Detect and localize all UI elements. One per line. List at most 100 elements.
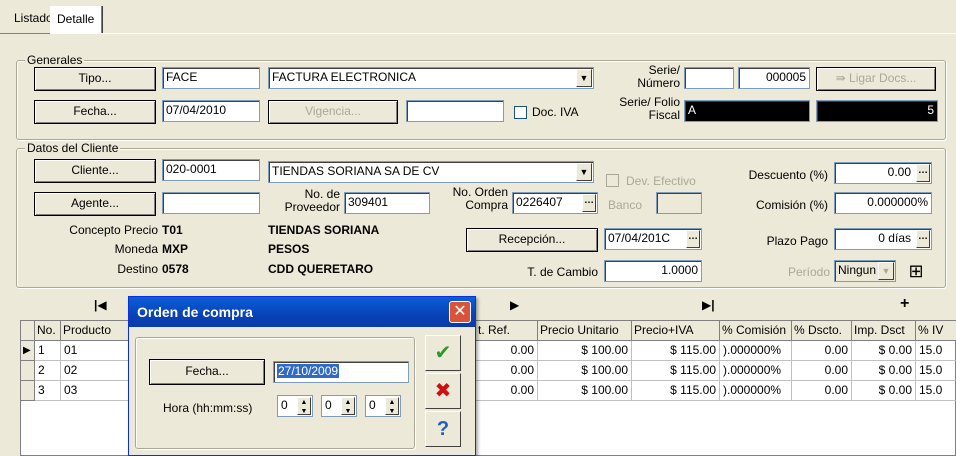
table-cell[interactable]: 2 [35, 361, 61, 381]
no-orden-field[interactable]: 0226407 … [512, 192, 598, 214]
doc-iva-checkbox[interactable] [514, 106, 527, 119]
table-cell[interactable]: 0.00 [792, 341, 852, 361]
cliente-code-field[interactable]: 020-0001 [162, 159, 260, 181]
x-icon: ✖ [434, 380, 452, 402]
chevron-down-icon[interactable]: ▼ [576, 163, 592, 181]
dev-efectivo-checkbox[interactable] [606, 174, 619, 187]
table-cell[interactable]: 0.00 [792, 361, 852, 381]
recepcion-button[interactable]: Recepción... [466, 228, 598, 252]
no-proveedor-field[interactable]: 309401 [344, 192, 430, 214]
comision-field[interactable]: 0.000000% [834, 192, 932, 214]
destino-value: 0578 [162, 262, 189, 276]
table-cell[interactable]: 15.0 [916, 381, 956, 401]
cliente-button[interactable]: Cliente... [34, 159, 156, 183]
table-cell[interactable]: $ 100.00 [538, 361, 632, 381]
serie-field[interactable] [684, 67, 734, 89]
minute-stepper[interactable]: 0 ▲ ▼ [321, 395, 357, 417]
chevron-down-icon[interactable]: ▼ [576, 69, 592, 87]
col-header-precio[interactable]: Precio Unitario [538, 321, 632, 341]
help-button[interactable]: ? [425, 411, 461, 447]
table-cell[interactable]: ).000000% [720, 361, 792, 381]
last-record-icon[interactable]: ▶| [702, 298, 715, 312]
first-record-icon[interactable]: |◀ [94, 298, 107, 312]
chevron-down-icon[interactable]: ▼ [878, 262, 894, 280]
table-cell[interactable]: ).000000% [720, 341, 792, 361]
descuento-field[interactable]: 0.00 … [834, 162, 932, 184]
row-indicator[interactable] [21, 381, 35, 401]
table-cell[interactable]: $ 115.00 [632, 361, 720, 381]
cliente-name-dropdown[interactable]: TIENDAS SORIANA SA DE CV ▼ [268, 161, 594, 183]
col-header-dscto[interactable]: % Dscto. [792, 321, 852, 341]
ellipsis-icon[interactable]: … [916, 164, 930, 182]
cancel-button[interactable]: ✖ [425, 373, 461, 409]
calendar-icon[interactable]: ⊞ [904, 260, 928, 282]
periodo-dropdown[interactable]: Ningun ▼ [834, 260, 896, 282]
numero-field[interactable]: 000005 [738, 67, 810, 89]
tipo-cambio-field[interactable]: 1.0000 [604, 260, 702, 282]
ellipsis-icon[interactable]: … [916, 230, 930, 248]
generales-title: Generales [25, 53, 85, 67]
no-orden-label: No. Orden Compra [452, 185, 508, 212]
vigencia-button[interactable]: Vigencia... [268, 100, 398, 124]
col-header-no[interactable]: No. [35, 321, 61, 341]
table-cell[interactable]: $ 0.00 [852, 361, 916, 381]
table-cell[interactable]: 0.00 [476, 341, 538, 361]
second-stepper[interactable]: 0 ▲ ▼ [365, 395, 401, 417]
table-cell[interactable]: $ 115.00 [632, 341, 720, 361]
moneda-value: MXP [162, 242, 189, 256]
table-cell[interactable]: $ 0.00 [852, 381, 916, 401]
close-icon[interactable]: ✕ [449, 301, 471, 323]
stepper-arrows-icon[interactable]: ▲ ▼ [341, 397, 355, 415]
banco-field[interactable] [656, 192, 702, 214]
add-record-icon[interactable]: + [900, 295, 909, 313]
orden-compra-dialog: Orden de compra ✕ Fecha... 27/10/2009 Ho… [128, 296, 476, 456]
table-cell[interactable]: $ 0.00 [852, 341, 916, 361]
table-cell[interactable]: 0.00 [792, 381, 852, 401]
fecha-field[interactable]: 07/04/2010 [162, 100, 260, 122]
vigencia-field[interactable] [406, 100, 504, 122]
tab-detalle[interactable]: Detalle [50, 6, 102, 34]
col-header-ref[interactable]: t. Ref. [476, 321, 538, 341]
table-cell[interactable]: 15.0 [916, 341, 956, 361]
plazo-field[interactable]: 0 días … [834, 228, 932, 250]
folio-fiscal-field[interactable]: 5 [816, 100, 938, 122]
table-cell[interactable]: 0.00 [476, 381, 538, 401]
next-record-icon[interactable]: ▶ [510, 298, 519, 312]
col-header-precio-iva[interactable]: Precio+IVA [632, 321, 720, 341]
dialog-fecha-button[interactable]: Fecha... [149, 359, 265, 385]
agente-field[interactable] [162, 192, 260, 214]
ellipsis-icon[interactable]: … [582, 194, 596, 212]
hour-stepper[interactable]: 0 ▲ ▼ [277, 395, 313, 417]
table-cell[interactable]: $ 100.00 [538, 341, 632, 361]
row-indicator[interactable] [21, 361, 35, 381]
col-header-comision[interactable]: % Comisión [720, 321, 792, 341]
col-header-iva[interactable]: % IV [916, 321, 956, 341]
table-cell[interactable]: 15.0 [916, 361, 956, 381]
ok-button[interactable]: ✔ [425, 335, 461, 371]
ellipsis-icon[interactable]: … [686, 230, 700, 248]
tipo-code-field[interactable]: FACE [162, 67, 260, 89]
banco-label: Banco [608, 198, 643, 212]
table-cell[interactable]: 3 [35, 381, 61, 401]
destino-label: Destino [117, 262, 158, 276]
dialog-fecha-field[interactable]: 27/10/2009 [273, 361, 409, 383]
stepper-arrows-icon[interactable]: ▲ ▼ [385, 397, 399, 415]
col-header-imp[interactable]: Imp. Dsct [852, 321, 916, 341]
ligar-docs-button[interactable]: ⇛ Ligar Docs... [816, 67, 936, 91]
tipo-desc-dropdown[interactable]: FACTURA ELECTRONICA ▼ [268, 67, 594, 89]
stepper-arrows-icon[interactable]: ▲ ▼ [297, 397, 311, 415]
table-cell[interactable]: 1 [35, 341, 61, 361]
moneda-label: Moneda [114, 242, 158, 256]
table-cell[interactable]: ).000000% [720, 381, 792, 401]
table-cell[interactable]: $ 100.00 [538, 381, 632, 401]
row-indicator[interactable]: ▶ [21, 341, 35, 361]
table-cell[interactable]: $ 115.00 [632, 381, 720, 401]
tipo-button[interactable]: Tipo... [34, 67, 156, 91]
serie-folio-label: Serie/ Folio Fiscal [619, 95, 680, 122]
fecha-button[interactable]: Fecha... [34, 100, 156, 124]
recepcion-field[interactable]: 07/04/201C … [604, 228, 702, 250]
table-cell[interactable]: 0.00 [476, 361, 538, 381]
agente-button[interactable]: Agente... [34, 192, 156, 216]
serie-fiscal-field[interactable]: A [684, 100, 810, 122]
no-proveedor-label: No. de Proveedor [284, 187, 340, 214]
